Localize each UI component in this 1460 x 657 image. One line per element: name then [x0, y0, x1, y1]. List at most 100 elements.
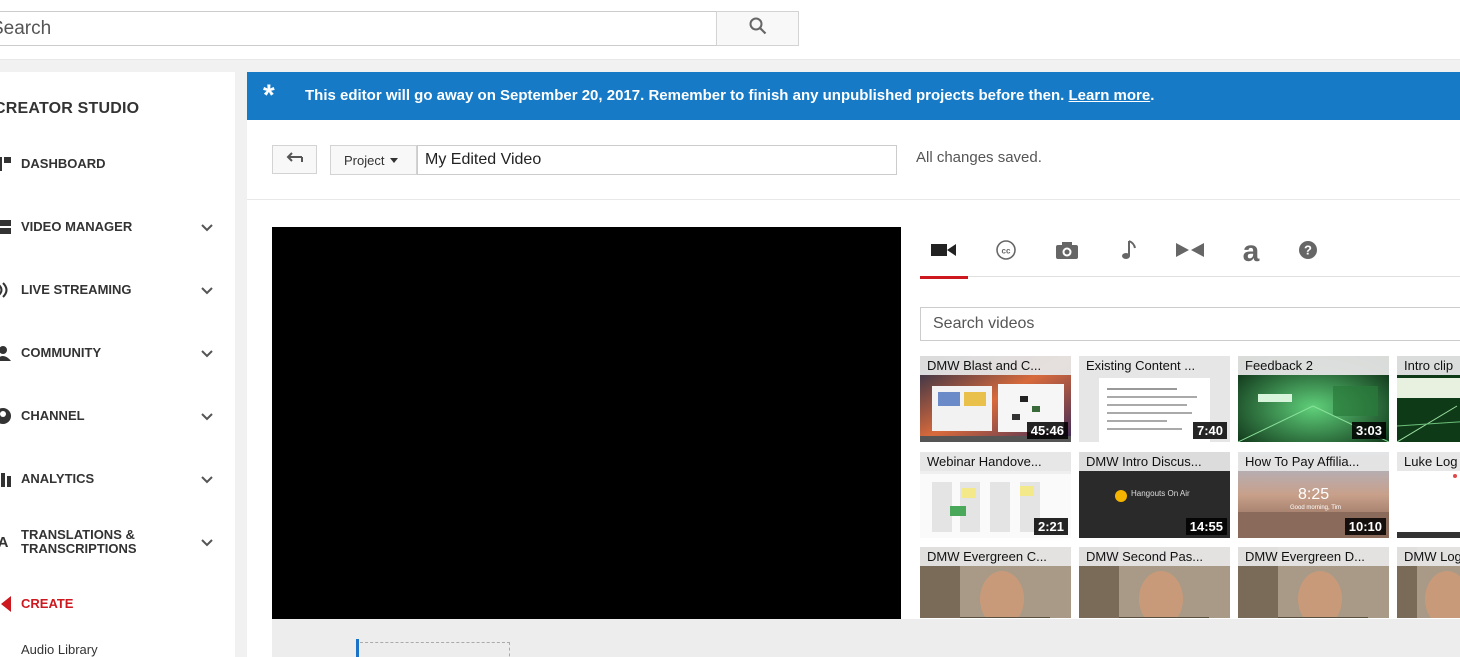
sidebar-subitem-audio-library[interactable]: Audio Library — [21, 642, 98, 657]
video-title: Existing Content ... — [1079, 356, 1230, 375]
video-thumbnail[interactable]: DMW Second Pas... — [1079, 547, 1230, 618]
tool-tabs: cc a ? — [920, 227, 1460, 279]
project-row: Project All changes saved. — [247, 120, 1460, 200]
sidebar-item-channel[interactable]: CHANNEL — [0, 396, 235, 436]
video-title: Luke Log — [1397, 452, 1460, 471]
tab-captions[interactable]: cc — [982, 227, 1030, 277]
sidebar-item-dashboard[interactable]: DASHBOARD — [0, 144, 235, 184]
music-note-icon — [1120, 239, 1136, 266]
analytics-icon — [0, 470, 12, 488]
tab-help[interactable]: ? — [1284, 227, 1332, 277]
text-icon: a — [1242, 235, 1260, 268]
back-button[interactable] — [272, 145, 317, 174]
dashboard-icon — [0, 155, 12, 173]
sidebar-item-label-line2: TRANSCRIPTIONS — [21, 541, 137, 556]
video-title: Feedback 2 — [1238, 356, 1389, 375]
sidebar-item-translations[interactable]: A TRANSLATIONS & TRANSCRIPTIONS — [0, 522, 235, 562]
search-videos-input[interactable]: Search videos — [920, 307, 1460, 341]
video-thumbnail[interactable]: How To Pay Affilia... 8:25 Good morning,… — [1238, 452, 1389, 538]
sidebar-item-label: TRANSLATIONS & TRANSCRIPTIONS — [21, 528, 137, 556]
video-manager-icon — [0, 218, 12, 236]
video-title: DMW Log — [1397, 547, 1460, 566]
video-grid: DMW Blast and C... 45:46 Existing Conten… — [920, 356, 1460, 618]
sidebar-item-label: COMMUNITY — [21, 345, 102, 360]
banner-suffix: . — [1150, 87, 1155, 104]
video-duration: 10:10 — [1344, 518, 1386, 535]
video-title: Webinar Handove... — [920, 452, 1071, 471]
timeline-drop-slot[interactable] — [360, 642, 510, 657]
video-title: DMW Second Pas... — [1079, 547, 1230, 566]
video-duration: 45:46 — [1026, 422, 1068, 439]
lockscreen-time: 8:25 — [1298, 486, 1330, 503]
transitions-icon — [1176, 242, 1204, 263]
chevron-down-icon[interactable] — [199, 219, 215, 235]
timeline[interactable] — [272, 619, 1460, 657]
sidebar-item-community[interactable]: COMMUNITY — [0, 333, 235, 373]
video-title: Intro clip — [1397, 356, 1460, 375]
banner-message: This editor will go away on September 20… — [305, 87, 1065, 104]
video-duration: 14:55 — [1185, 518, 1227, 535]
video-title: DMW Evergreen C... — [920, 547, 1071, 566]
video-thumbnail[interactable]: DMW Evergreen D... — [1238, 547, 1389, 618]
video-thumbnail[interactable]: Intro clip — [1397, 356, 1460, 442]
chevron-down-icon[interactable] — [199, 345, 215, 361]
tab-videos[interactable] — [920, 227, 968, 279]
chevron-down-icon[interactable] — [199, 282, 215, 298]
sidebar-item-label: VIDEO MANAGER — [21, 219, 133, 234]
captions-icon: cc — [995, 239, 1017, 266]
video-thumbnail[interactable]: DMW Evergreen C... — [920, 547, 1071, 618]
lockscreen-greeting: Good morning, Tim — [1290, 505, 1342, 511]
video-thumbnail[interactable]: Existing Content ... 7:40 — [1079, 356, 1230, 442]
sidebar-item-live-streaming[interactable]: LIVE STREAMING — [0, 270, 235, 310]
video-camera-icon — [931, 242, 957, 263]
learn-more-link[interactable]: Learn more — [1069, 87, 1151, 104]
video-title: How To Pay Affilia... — [1238, 452, 1389, 471]
sidebar: CREATOR STUDIO DASHBOARD VIDEO MANAGER L… — [0, 72, 235, 657]
tab-audio[interactable] — [1104, 227, 1152, 277]
video-title: DMW Blast and C... — [920, 356, 1071, 375]
sidebar-item-video-manager[interactable]: VIDEO MANAGER — [0, 207, 235, 247]
translations-icon: A — [0, 533, 9, 551]
tab-transitions[interactable] — [1166, 227, 1214, 277]
project-title-input[interactable] — [417, 145, 897, 175]
banner-text: This editor will go away on September 20… — [305, 87, 1154, 104]
search-input[interactable]: Search — [0, 11, 717, 46]
back-arrow-icon — [286, 151, 304, 169]
tab-photos[interactable] — [1043, 227, 1091, 277]
sidebar-item-label: ANALYTICS — [21, 471, 95, 486]
video-thumbnail[interactable]: Luke Log — [1397, 452, 1460, 538]
hangouts-overlay-text: Hangouts On Air — [1131, 489, 1190, 498]
sidebar-item-create[interactable]: CREATE — [0, 584, 235, 624]
svg-text:?: ? — [1304, 242, 1312, 257]
search-icon — [749, 17, 767, 40]
video-thumbnail[interactable]: DMW Blast and C... 45:46 — [920, 356, 1071, 442]
tab-text[interactable]: a — [1227, 227, 1275, 277]
sidebar-item-label: CREATE — [21, 596, 74, 611]
project-dropdown[interactable]: Project — [330, 145, 417, 175]
chevron-down-icon[interactable] — [199, 408, 215, 424]
community-icon — [0, 344, 12, 362]
svg-text:cc: cc — [1002, 246, 1011, 255]
timeline-playhead[interactable] — [356, 639, 359, 657]
sidebar-item-label: CHANNEL — [21, 408, 85, 423]
video-thumbnail[interactable]: DMW Intro Discus... Hangouts On Air 14:5… — [1079, 452, 1230, 538]
video-duration: 7:40 — [1192, 422, 1227, 439]
sidebar-title: CREATOR STUDIO — [0, 100, 140, 117]
video-duration: 3:03 — [1351, 422, 1386, 439]
deprecation-banner: * This editor will go away on September … — [247, 72, 1460, 120]
sidebar-item-label-line1: TRANSLATIONS & — [21, 527, 135, 542]
sidebar-item-label: LIVE STREAMING — [21, 282, 132, 297]
chevron-down-icon[interactable] — [199, 534, 215, 550]
save-status: All changes saved. — [916, 149, 1042, 166]
search-button[interactable] — [716, 11, 799, 46]
sidebar-item-analytics[interactable]: ANALYTICS — [0, 459, 235, 499]
video-thumbnail[interactable]: Feedback 2 3:03 — [1238, 356, 1389, 442]
video-thumbnail[interactable]: Webinar Handove... 2:21 — [920, 452, 1071, 538]
editor-main: * This editor will go away on September … — [247, 72, 1460, 657]
video-thumbnail[interactable]: DMW Log — [1397, 547, 1460, 618]
create-icon — [0, 595, 12, 613]
top-bar: Search — [0, 0, 1460, 60]
video-preview[interactable] — [272, 227, 901, 619]
channel-icon — [0, 407, 12, 425]
chevron-down-icon[interactable] — [199, 471, 215, 487]
